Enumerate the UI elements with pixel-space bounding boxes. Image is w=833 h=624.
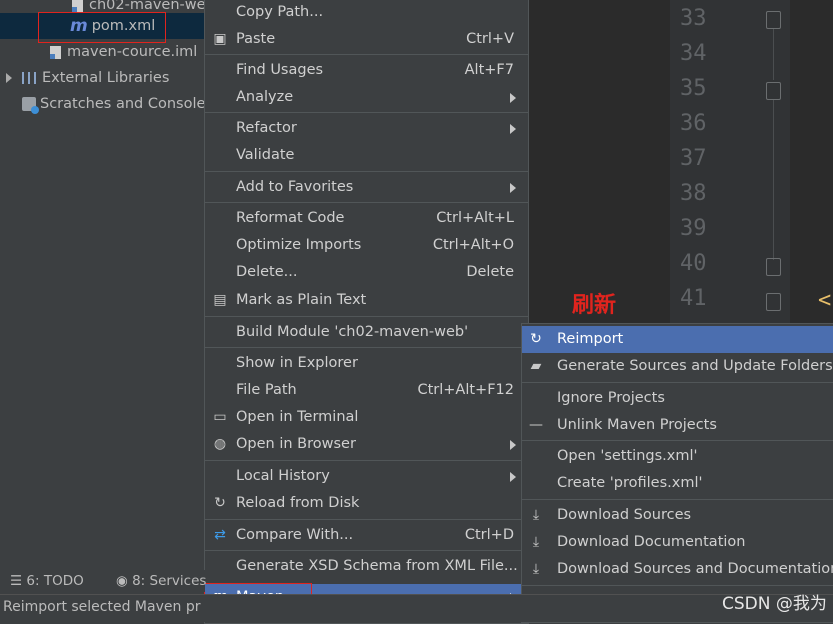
menu-item-copy-path[interactable]: Copy Path... [205,0,528,26]
line-number: 35 [680,76,707,101]
menu-separator [205,519,528,520]
download-icon: ⤓ [532,561,540,577]
fold-marker-icon[interactable] [766,293,781,311]
download-icon: ⤓ [532,507,540,523]
menu-item-reformat-code[interactable]: Reformat Code Ctrl+Alt+L [205,205,528,232]
menu-item-compare-with[interactable]: ⇄ Compare With... Ctrl+D [205,522,528,549]
menu-item-build-module[interactable]: Build Module 'ch02-maven-web' [205,319,528,346]
menu-item-create-profiles[interactable]: Create 'profiles.xml' [522,470,833,497]
file-icon [72,0,83,12]
scratches-icon [22,97,39,114]
menu-separator [205,550,528,551]
library-icon [22,72,36,84]
list-icon: ☰ [10,573,27,589]
plain-text-icon: ▤ [213,292,227,308]
terminal-icon: ▭ [213,409,227,425]
menu-item-open-settings[interactable]: Open 'settings.xml' [522,443,833,470]
menu-separator [205,54,528,55]
maven-submenu: ↻ Reimport ▰ Generate Sources and Update F… [521,323,833,623]
download-icon: ⤓ [532,534,540,550]
menu-item-open-browser[interactable]: ◍ Open in Browser [205,431,528,458]
submenu-arrow-icon [510,472,516,482]
menu-item-mark-plain-text[interactable]: ▤ Mark as Plain Text [205,287,528,314]
line-number: 34 [680,41,707,66]
menu-item-local-history[interactable]: Local History [205,463,528,490]
menu-item-refactor[interactable]: Refactor [205,115,528,142]
line-number: 38 [680,181,707,206]
menu-separator [522,382,833,383]
menu-item-show-in-explorer[interactable]: Show in Explorer [205,350,528,377]
line-number: 40 [680,251,707,276]
menu-separator [522,585,833,586]
menu-item-validate[interactable]: Validate [205,142,528,169]
tree-item-external-libraries[interactable]: External Libraries [0,65,211,91]
tree-item-scratches[interactable]: Scratches and Console [0,91,227,117]
menu-separator [205,347,528,348]
status-text: Reimport selected Maven pr [3,599,201,615]
line-number: 39 [680,216,707,241]
line-number: 37 [680,146,707,171]
menu-item-unlink-maven[interactable]: — Unlink Maven Projects [522,412,833,439]
reimport-icon: ↻ [530,331,542,347]
menu-item-open-terminal[interactable]: ▭ Open in Terminal [205,404,528,431]
minus-icon: — [529,417,543,433]
menu-separator [205,316,528,317]
fold-marker-icon[interactable] [766,11,781,29]
menu-separator [205,171,528,172]
line-number: 33 [680,6,707,31]
watermark: CSDN @我为 [722,594,827,614]
annotation-refresh-label: 刷新 [572,293,617,318]
menu-item-analyze[interactable]: Analyze [205,84,528,111]
compare-icon: ⇄ [214,527,226,543]
menu-separator [522,499,833,500]
menu-item-generate-sources[interactable]: ▰ Generate Sources and Update Folders [522,353,833,380]
services-icon: ◉ [116,573,133,589]
menu-item-download-both[interactable]: ⤓ Download Sources and Documentation [522,556,833,583]
todo-tab[interactable]: ☰ 6: TODO [10,570,84,592]
fold-marker-icon[interactable] [766,258,781,276]
line-number: 41 [680,286,707,311]
folder-sync-icon: ▰ [530,358,542,374]
menu-item-download-docs[interactable]: ⤓ Download Documentation [522,529,833,556]
menu-item-generate-xsd[interactable]: Generate XSD Schema from XML File... [205,553,528,580]
menu-item-reload-disk[interactable]: ↻ Reload from Disk [205,490,528,517]
menu-item-add-favorites[interactable]: Add to Favorites [205,174,528,201]
status-bar: Reimport selected Maven pr [0,594,833,622]
services-tab[interactable]: ◉ 8: Services [116,570,206,592]
menu-item-download-sources[interactable]: ⤓ Download Sources [522,502,833,529]
fold-guide [773,100,774,260]
submenu-arrow-icon [510,124,516,134]
menu-separator [205,460,528,461]
menu-separator [205,112,528,113]
menu-item-optimize-imports[interactable]: Optimize Imports Ctrl+Alt+O [205,232,528,259]
menu-separator [205,202,528,203]
menu-item-paste[interactable]: ▣ Paste Ctrl+V [205,26,528,53]
annotation-box-pom [38,12,166,43]
submenu-arrow-icon [510,183,516,193]
tool-window-bar: ☰ 6: TODO ◉ 8: Services [0,570,206,592]
menu-item-delete[interactable]: Delete... Delete [205,259,528,286]
code-fragment: < [818,288,832,313]
globe-icon: ◍ [213,436,227,452]
menu-item-file-path[interactable]: File Path Ctrl+Alt+F12 [205,377,528,404]
context-menu: Copy Path... ▣ Paste Ctrl+V Find Usages Alt… [204,0,529,624]
reload-icon: ↻ [214,495,226,511]
submenu-arrow-icon [510,440,516,450]
clipboard-icon: ▣ [213,31,227,47]
menu-item-ignore-projects[interactable]: Ignore Projects [522,385,833,412]
expand-arrow-icon[interactable] [6,73,12,83]
menu-separator [522,440,833,441]
fold-guide [773,28,774,80]
fold-marker-icon[interactable] [766,82,781,100]
menu-item-find-usages[interactable]: Find Usages Alt+F7 [205,57,528,84]
file-icon [50,45,61,59]
menu-item-reimport[interactable]: ↻ Reimport [522,326,833,353]
line-number: 36 [680,111,707,136]
submenu-arrow-icon [510,93,516,103]
project-tree: ch02-maven-we m pom.xml maven-cource.iml … [0,0,275,570]
